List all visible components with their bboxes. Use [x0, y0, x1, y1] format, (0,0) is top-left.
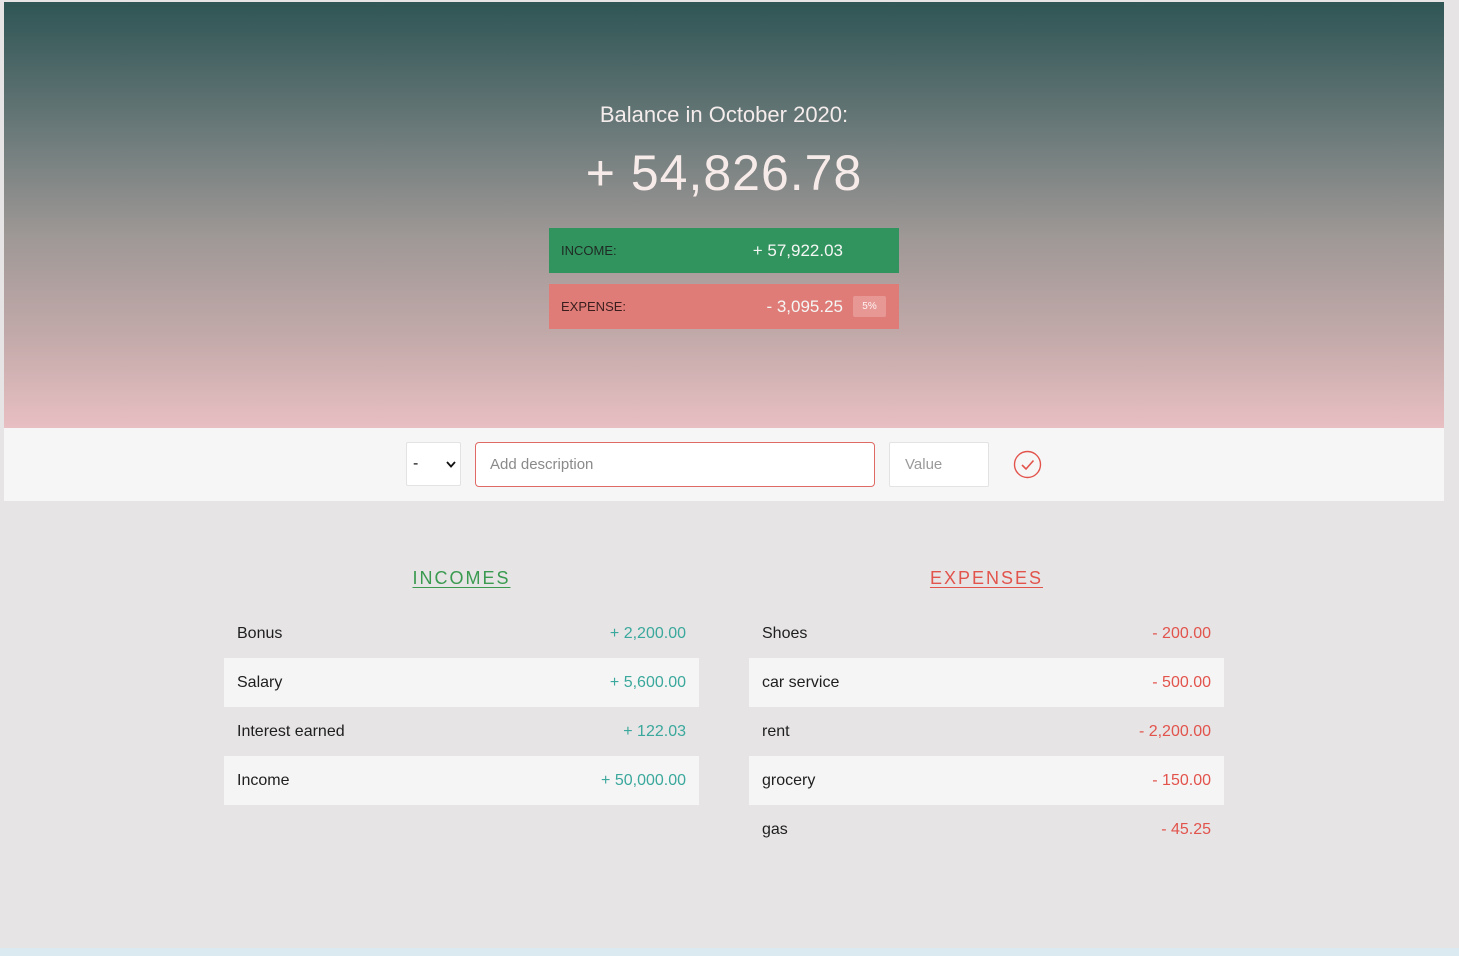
item-value: + 122.03 — [623, 722, 686, 740]
value-input[interactable] — [889, 442, 989, 487]
balance-header: Balance in October 2020: + 54,826.78 Inc… — [4, 2, 1444, 428]
incomes-rows: Bonus + 2,200.00 Salary + 5,600.00 Inter… — [224, 609, 699, 805]
list-item[interactable]: gas - 45.25 — [749, 805, 1224, 854]
item-value: - 500.00 — [1152, 673, 1211, 691]
bottom-divider — [0, 948, 1459, 956]
item-description: grocery — [762, 771, 816, 789]
balance-title: Balance in October 2020: — [599, 102, 849, 127]
list-item[interactable]: grocery - 150.00 — [749, 756, 1224, 805]
add-entry-bar: - — [4, 428, 1444, 501]
item-description: Shoes — [762, 624, 808, 642]
checkmark-circle-icon — [1013, 450, 1042, 482]
item-value: + 50,000.00 — [601, 771, 686, 789]
expense-percentage-badge: 5% — [853, 296, 886, 317]
budget-app: Balance in October 2020: + 54,826.78 Inc… — [0, 0, 1459, 956]
list-item[interactable]: rent - 2,200.00 — [749, 707, 1224, 756]
add-entry-button[interactable] — [1013, 450, 1042, 479]
list-item[interactable]: Interest earned + 122.03 — [224, 707, 699, 756]
list-item[interactable]: Salary + 5,600.00 — [224, 658, 699, 707]
list-item[interactable]: Income + 50,000.00 — [224, 756, 699, 805]
balance-value: + 54,826.78 — [585, 145, 863, 201]
item-description: car service — [762, 673, 840, 691]
expense-summary-value: - 3,095.25 — [766, 296, 843, 316]
expenses-rows: Shoes - 200.00 car service - 500.00 rent… — [749, 609, 1224, 854]
expenses-title: Expenses — [929, 568, 1044, 588]
item-value: - 45.25 — [1161, 820, 1211, 838]
item-value: - 150.00 — [1152, 771, 1211, 789]
expenses-list: Expenses Shoes - 200.00 car service - 50… — [749, 560, 1224, 854]
list-item[interactable]: Shoes - 200.00 — [749, 609, 1224, 658]
chevron-down-icon — [446, 457, 456, 471]
item-value: - 2,200.00 — [1138, 722, 1211, 740]
incomes-title: Incomes — [412, 568, 511, 588]
incomes-list: Incomes Bonus + 2,200.00 Salary + 5,600.… — [224, 560, 699, 805]
item-value: + 5,600.00 — [609, 673, 686, 691]
expense-summary-label: Expense: — [561, 299, 627, 314]
item-description: Salary — [237, 673, 283, 691]
type-select[interactable]: - — [406, 442, 461, 486]
list-item[interactable]: car service - 500.00 — [749, 658, 1224, 707]
income-summary-value: + 57,922.03 — [752, 240, 843, 260]
income-summary-label: Income: — [561, 243, 617, 258]
description-input[interactable] — [475, 442, 875, 487]
item-description: rent — [762, 722, 790, 740]
expense-summary: Expense: - 3,095.25 5% — [549, 284, 899, 329]
item-description: Bonus — [237, 624, 283, 642]
item-description: Interest earned — [237, 722, 345, 740]
type-select-value: - — [413, 455, 419, 472]
item-value: - 200.00 — [1152, 624, 1211, 642]
item-description: Income — [237, 771, 290, 789]
item-description: gas — [762, 820, 788, 838]
list-item[interactable]: Bonus + 2,200.00 — [224, 609, 699, 658]
income-summary: Income: + 57,922.03 — [549, 228, 899, 273]
item-value: + 2,200.00 — [609, 624, 686, 642]
